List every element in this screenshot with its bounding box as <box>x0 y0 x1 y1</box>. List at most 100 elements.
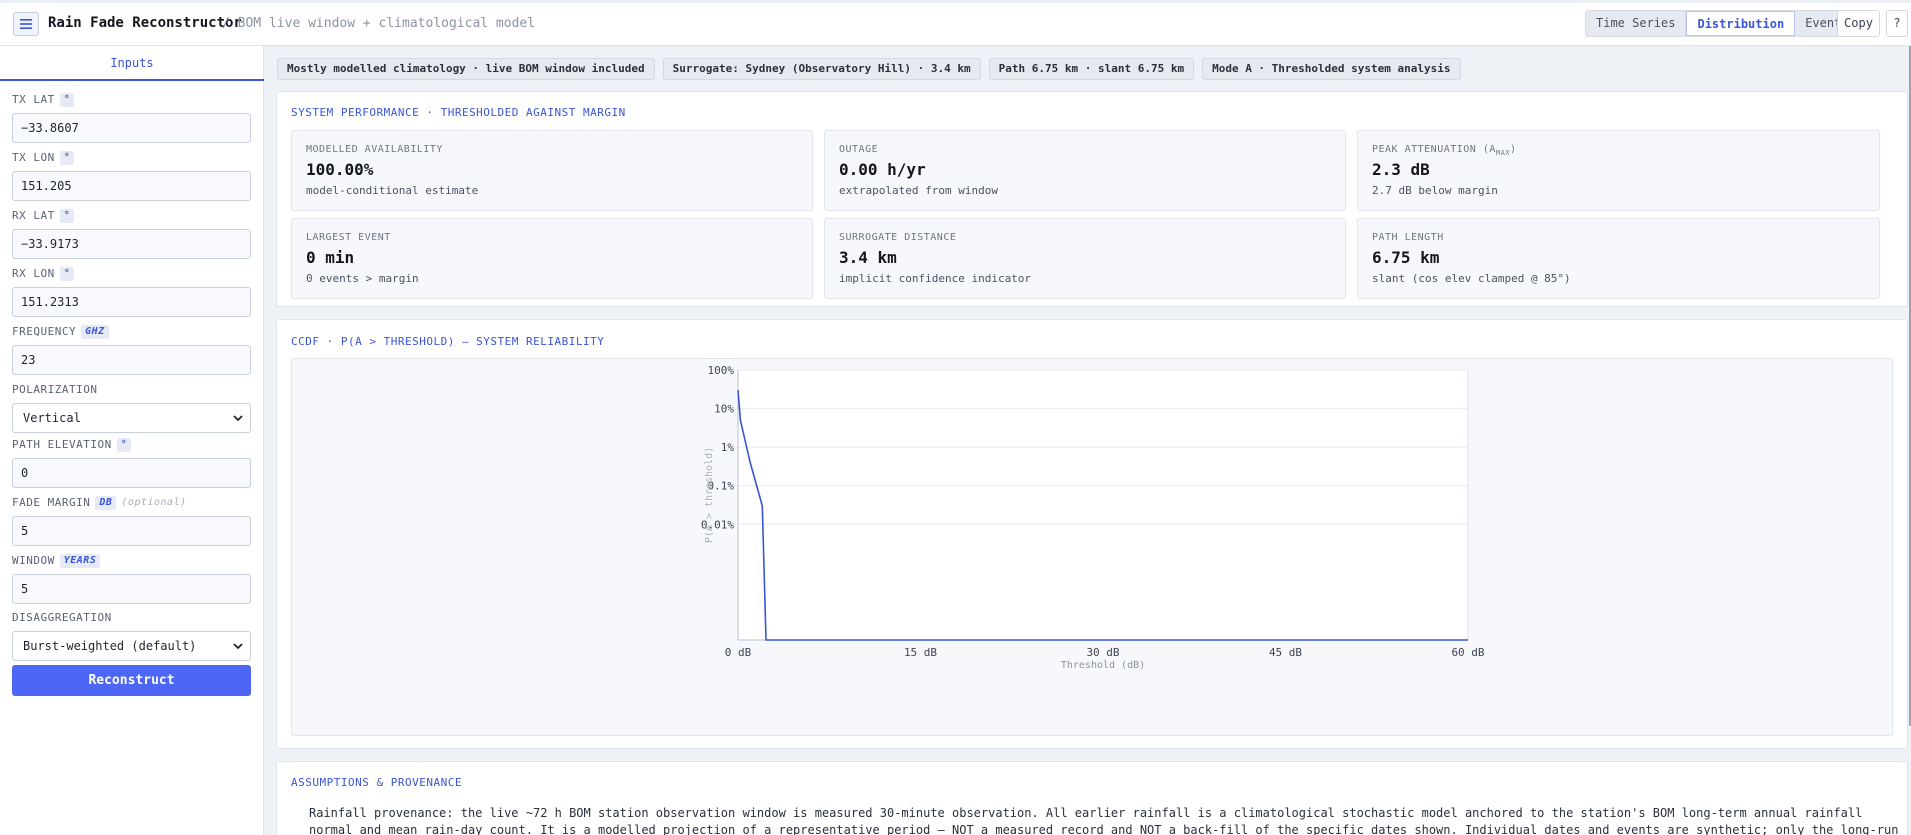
field-fade-margin: FADE MARGIN DB (optional) 5 <box>12 496 251 546</box>
disaggregation-select[interactable]: Burst-weighted (default) <box>12 631 251 661</box>
status-badge: Surrogate: Sydney (Observatory Hill) · 3… <box>662 58 981 80</box>
metric-note: 2.7 dB below margin <box>1372 184 1498 197</box>
window-input[interactable]: 5 <box>12 574 251 604</box>
field-polarization: POLARIZATION Vertical <box>12 383 251 433</box>
metric-label: SURROGATE DISTANCE <box>839 232 957 243</box>
x-tick-label: 60 dB <box>1451 646 1484 659</box>
field-label: FADE MARGIN <box>12 496 91 509</box>
polarization-select[interactable]: Vertical <box>12 403 251 433</box>
metric-label: MODELLED AVAILABILITY <box>306 144 443 155</box>
metric-label: LARGEST EVENT <box>306 232 391 243</box>
fade-margin-input[interactable]: 5 <box>12 516 251 546</box>
hamburger-icon <box>20 19 32 29</box>
unit-chip: DB <box>95 496 117 510</box>
polarization-value: Vertical <box>23 411 81 425</box>
ccdf-chart: 100%10%1%0.1%0.01%0 dB 15 dB 30 dB 45 dB 60 … <box>701 364 1485 671</box>
help-button[interactable]: ? <box>1886 10 1908 37</box>
field-disaggregation: DISAGGREGATION Burst-weighted (default) <box>12 611 251 661</box>
metric-value: 3.4 km <box>839 248 897 267</box>
panel-title: CCDF · P(A > THRESHOLD) — SYSTEM RELIABI… <box>291 335 605 348</box>
metric-label-text: PEAK ATTENUATION (A <box>1372 144 1496 155</box>
frequency-input[interactable]: 23 <box>12 345 251 375</box>
view-tabs: Time Series Distribution Events <box>1585 10 1860 37</box>
metric-value: 2.3 dB <box>1372 160 1430 179</box>
tab-inputs[interactable]: Inputs <box>0 46 264 81</box>
field-label: TX LAT <box>12 93 55 106</box>
unit-chip: ° <box>116 438 132 452</box>
tab-time-series[interactable]: Time Series <box>1586 11 1687 36</box>
metric-label: PEAK ATTENUATION (AMAX) <box>1372 144 1517 157</box>
disaggregation-value: Burst-weighted (default) <box>23 639 197 653</box>
field-tx-lon: TX LON ° 151.205 <box>12 151 251 201</box>
status-badge: Path 6.75 km · slant 6.75 km <box>988 58 1195 80</box>
rx-lon-input[interactable]: 151.2313 <box>12 287 251 317</box>
metric-note: 0 events > margin <box>306 272 419 285</box>
field-label: RX LAT <box>12 209 55 222</box>
ccdf-chart-area: 100% 10% 1% 0.1% 0.01% 0 dB 15 dB 30 dB 45 dB 60 … <box>291 358 1893 736</box>
provenance-panel: ASSUMPTIONS & PROVENANCE Rainfall proven… <box>276 761 1908 835</box>
rx-lat-input[interactable]: −33.9173 <box>12 229 251 259</box>
menu-button[interactable] <box>13 12 39 36</box>
metric-note: slant (cos elev clamped @ 85°) <box>1372 272 1571 285</box>
x-tick-label: 0 dB <box>725 646 752 659</box>
field-label: POLARIZATION <box>12 383 98 396</box>
unit-chip: YEARS <box>59 554 101 568</box>
app-subtitle: / BOM live window + climatological model <box>222 16 536 31</box>
field-frequency: FREQUENCY GHZ 23 <box>12 325 251 375</box>
app-header: Rain Fade Reconstructor / BOM live windo… <box>0 0 1911 46</box>
panel-title: SYSTEM PERFORMANCE · THRESHOLDED AGAINST… <box>291 106 626 119</box>
copy-button[interactable]: Copy <box>1837 10 1880 37</box>
metric-value: 0 min <box>306 248 355 267</box>
tx-lat-input[interactable]: −33.8607 <box>12 113 251 143</box>
metric-note: implicit confidence indicator <box>839 272 1032 285</box>
field-label: WINDOW <box>12 554 55 567</box>
metric-card: SURROGATE DISTANCE 3.4 km implicit confi… <box>824 218 1346 299</box>
y-axis-label: P(A > threshold) <box>704 447 715 543</box>
unit-chip: ° <box>59 209 75 223</box>
field-label: TX LON <box>12 151 55 164</box>
metric-value: 100.00% <box>306 160 374 179</box>
metric-card: MODELLED AVAILABILITY 100.00% model-cond… <box>291 130 813 211</box>
sidebar: Inputs TX LAT ° −33.8607 TX LON ° 151.205 … <box>0 46 264 835</box>
metric-card: PEAK ATTENUATION (AMAX) 2.3 dB 2.7 dB be… <box>1357 130 1880 211</box>
field-label: PATH ELEVATION <box>12 438 112 451</box>
metric-value: 6.75 km <box>1372 248 1440 267</box>
metric-note: model-conditional estimate <box>306 184 479 197</box>
metric-note: extrapolated from window <box>839 184 998 197</box>
ccdf-panel: CCDF · P(A > THRESHOLD) — SYSTEM RELIABI… <box>276 319 1908 749</box>
y-tick-label: 1% <box>721 441 735 454</box>
metric-card: LARGEST EVENT 0 min 0 events > margin <box>291 218 813 299</box>
panel-title: ASSUMPTIONS & PROVENANCE <box>291 776 462 789</box>
chevron-down-icon <box>233 643 243 650</box>
status-badge: Mostly modelled climatology · live BOM w… <box>277 58 655 80</box>
performance-panel: SYSTEM PERFORMANCE · THRESHOLDED AGAINST… <box>276 91 1908 307</box>
field-label: DISAGGREGATION <box>12 611 112 624</box>
field-window: WINDOW YEARS 5 <box>12 554 251 604</box>
status-badge: Mode A · Thresholded system analysis <box>1202 58 1461 80</box>
x-tick-label: 15 dB <box>904 646 937 659</box>
field-path-elevation: PATH ELEVATION ° 0 <box>12 438 251 488</box>
tab-distribution[interactable]: Distribution <box>1686 11 1796 36</box>
status-badges: Mostly modelled climatology · live BOM w… <box>277 58 1461 80</box>
field-rx-lon: RX LON ° 151.2313 <box>12 267 251 317</box>
field-label: FREQUENCY <box>12 325 77 338</box>
path-elevation-input[interactable]: 0 <box>12 458 251 488</box>
unit-chip: GHZ <box>81 325 109 339</box>
metric-value: 0.00 h/yr <box>839 160 926 179</box>
metric-label: OUTAGE <box>839 144 879 155</box>
tx-lon-input[interactable]: 151.205 <box>12 171 251 201</box>
y-tick-label: 100% <box>708 364 735 377</box>
field-rx-lat: RX LAT ° −33.9173 <box>12 209 251 259</box>
metric-card: OUTAGE 0.00 h/yr extrapolated from windo… <box>824 130 1346 211</box>
app-title: Rain Fade Reconstructor <box>48 15 242 31</box>
provenance-text: Rainfall provenance: the live ~72 h BOM … <box>309 806 1899 835</box>
unit-chip: ° <box>59 267 75 281</box>
reconstruct-button[interactable]: Reconstruct <box>12 665 251 696</box>
metric-label-sub: MAX <box>1495 149 1511 157</box>
field-label: RX LON <box>12 267 55 280</box>
x-tick-label: 30 dB <box>1086 646 1119 659</box>
x-axis-label: Threshold (dB) <box>1061 660 1145 671</box>
unit-chip: ° <box>59 93 75 107</box>
optional-label: (optional) <box>121 497 187 508</box>
chevron-down-icon <box>233 415 243 422</box>
